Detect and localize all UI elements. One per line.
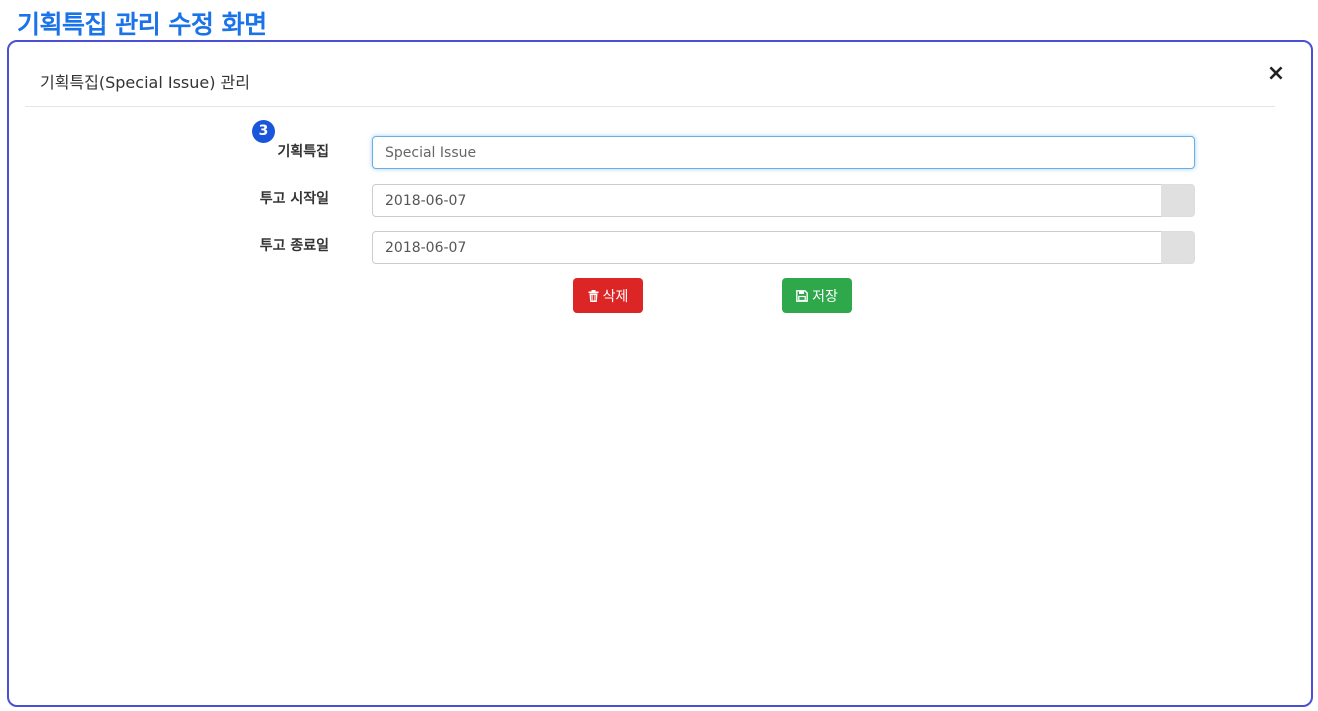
header-divider <box>25 106 1275 107</box>
calendar-picker-button[interactable] <box>1161 184 1195 217</box>
calendar-picker-button[interactable] <box>1161 231 1195 264</box>
submit-start-date-group <box>372 184 1195 217</box>
modal-dialog: 기획특집(Special Issue) 관리 × 3 기획특집 투고 시작일 투… <box>7 40 1313 707</box>
step-number-badge: 3 <box>252 120 275 143</box>
save-button[interactable]: 저장 <box>782 278 852 313</box>
floppy-disk-icon <box>796 289 809 302</box>
close-icon[interactable]: × <box>1264 62 1288 86</box>
delete-button-label: 삭제 <box>602 288 629 305</box>
submit-end-label: 투고 종료일 <box>259 238 329 254</box>
submit-end-date-group <box>372 231 1195 264</box>
modal-title: 기획특집(Special Issue) 관리 <box>40 73 250 92</box>
delete-button[interactable]: 삭제 <box>573 278 643 313</box>
special-issue-label: 기획특집 <box>277 144 329 160</box>
save-button-label: 저장 <box>812 288 838 305</box>
special-issue-input[interactable] <box>372 136 1195 169</box>
submit-end-date-input[interactable] <box>372 231 1162 264</box>
page-heading: 기획특집 관리 수정 화면 <box>17 10 267 39</box>
submit-start-date-input[interactable] <box>372 184 1162 217</box>
trash-icon <box>588 289 599 302</box>
submit-start-label: 투고 시작일 <box>259 191 329 207</box>
